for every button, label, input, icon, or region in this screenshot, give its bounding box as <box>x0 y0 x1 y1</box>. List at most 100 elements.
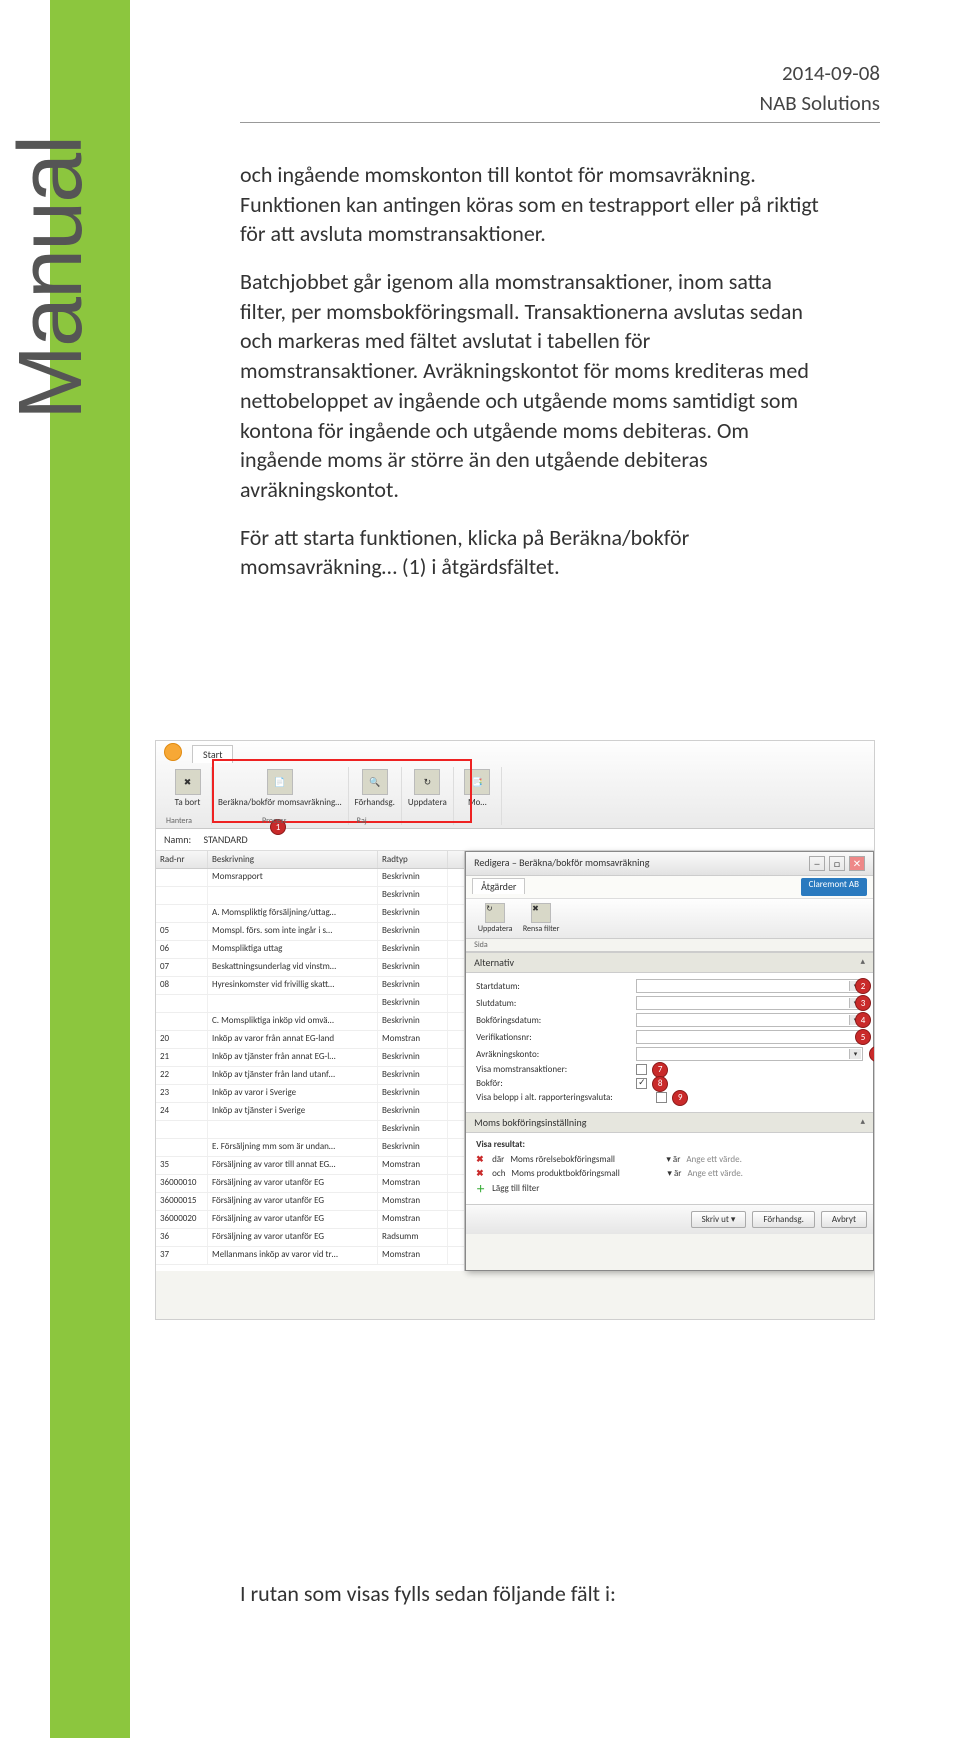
table-row[interactable]: A. Momspliktig försäljning/uttag…Beskriv… <box>156 905 464 923</box>
table-row[interactable]: 21Inköp av tjänster från annat EG-l…Besk… <box>156 1049 464 1067</box>
grid-body: MomsrapportBeskrivninBeskrivninA. Momspl… <box>156 869 464 1265</box>
input-avrakningskonto[interactable]: ▾ <box>636 1047 863 1061</box>
body-text: och ingående momskonton till kontot för … <box>240 160 820 600</box>
table-row[interactable]: 23Inköp av varor i SverigeBeskrivnin <box>156 1085 464 1103</box>
lbl-slutdatum: Slutdatum: <box>476 998 636 1009</box>
table-row[interactable]: 20Inköp av varor från annat EG-landMomst… <box>156 1031 464 1049</box>
ribbon-group-raj: Raj <box>357 816 367 826</box>
app-menu-icon[interactable] <box>164 743 182 761</box>
delete-icon: ✖ <box>175 769 201 795</box>
lbl-startdatum: Startdatum: <box>476 981 636 992</box>
callout-3: 3 <box>855 995 871 1011</box>
table-row[interactable]: 35Försäljning av varor till annat EG…Mom… <box>156 1157 464 1175</box>
input-slutdatum[interactable]: ▾ <box>636 996 863 1010</box>
name-label: Namn: <box>164 833 191 846</box>
table-row[interactable]: MomsrapportBeskrivnin <box>156 869 464 887</box>
lbl-bokfor: Bokför: <box>476 1078 636 1089</box>
remove-filter-icon[interactable]: ✖ <box>476 1154 486 1165</box>
table-row[interactable]: 05Momspl. förs. som inte ingår i s…Beskr… <box>156 923 464 941</box>
paragraph-1: och ingående momskonton till kontot för … <box>240 160 820 249</box>
visa-resultat-label: Visa resultat: <box>476 1139 863 1150</box>
remove-filter-icon[interactable]: ✖ <box>476 1168 486 1179</box>
table-row[interactable]: 36000010Försäljning av varor utanför EGM… <box>156 1175 464 1193</box>
check-visa-belopp[interactable] <box>656 1092 667 1103</box>
btn-avbryt[interactable]: Avbryt <box>821 1211 867 1228</box>
section-moms[interactable]: Moms bokföringsinställning <box>466 1112 873 1133</box>
table-row[interactable]: 22Inköp av tjänster från land utanf…Besk… <box>156 1067 464 1085</box>
table-row[interactable]: Beskrivnin <box>156 995 464 1013</box>
table-row[interactable]: Beskrivnin <box>156 1121 464 1139</box>
grid-header: Rad-nr Beskrivning Radtyp <box>156 851 464 869</box>
maximize-icon[interactable]: □ <box>829 856 845 871</box>
table-row[interactable]: 07Beskattningsunderlag vid vinstm…Beskri… <box>156 959 464 977</box>
check-visa-momstrans[interactable] <box>636 1064 647 1075</box>
col-typ[interactable]: Radtyp <box>378 851 448 868</box>
lbl-verifikationsnr: Verifikationsnr: <box>476 1032 636 1043</box>
paragraph-2: Batchjobbet går igenom alla momstransakt… <box>240 267 820 505</box>
ribbon-group-hantera: Hantera <box>166 816 192 826</box>
dialog-ribbon: ↻ Uppdatera ✖ Rensa filter <box>466 899 873 939</box>
table-row[interactable]: 24Inköp av tjänster i SverigeBeskrivnin <box>156 1103 464 1121</box>
btn-forhandsg[interactable]: Förhandsg. <box>752 1211 814 1228</box>
dialog-btn-rensa[interactable]: ✖ Rensa filter <box>520 903 562 934</box>
col-rad[interactable]: Rad-nr <box>156 851 208 868</box>
clear-filter-icon: ✖ <box>531 903 551 923</box>
callout-4: 4 <box>855 1012 871 1028</box>
refresh-icon: ↻ <box>485 903 505 923</box>
minimize-icon[interactable]: ─ <box>809 856 825 871</box>
dialog-btn-uppdatera[interactable]: ↻ Uppdatera <box>474 903 516 934</box>
add-filter-icon: ＋ <box>476 1182 486 1195</box>
dialog-group-sida: Sida <box>466 939 873 952</box>
highlight-1 <box>212 759 472 823</box>
name-row: Namn: STANDARD <box>156 829 874 851</box>
table-row[interactable]: 08Hyresinkomster vid frivillig skatt…Bes… <box>156 977 464 995</box>
input-verifikationsnr[interactable] <box>636 1030 863 1044</box>
header-company: NAB Solutions <box>760 90 880 116</box>
section-alternativ[interactable]: Alternativ <box>466 952 873 973</box>
table-row[interactable]: E. Försäljning mm som är undan…Beskrivni… <box>156 1139 464 1157</box>
table-row[interactable]: 37Mellanmans inköp av varor vid tr…Momst… <box>156 1247 464 1265</box>
section-moms-body: Visa resultat: ✖ där Moms rörelsebokföri… <box>466 1133 873 1204</box>
btn-skriv-ut[interactable]: Skriv ut ▾ <box>691 1211 747 1228</box>
bottom-text: I rutan som visas fylls sedan följande f… <box>240 1580 820 1607</box>
main-grid-area: Rad-nr Beskrivning Radtyp MomsrapportBes… <box>156 851 874 1271</box>
callout-9: 9 <box>672 1090 688 1106</box>
table-row[interactable]: 36Försäljning av varor utanför EGRadsumm <box>156 1229 464 1247</box>
lbl-bokforingsdatum: Bokföringsdatum: <box>476 1015 636 1026</box>
chevron-down-icon[interactable]: ▾ <box>849 1049 861 1059</box>
filter-1-name[interactable]: Moms rörelsebokföringsmall <box>510 1154 660 1165</box>
input-bokforingsdatum[interactable]: ▾ <box>636 1013 863 1027</box>
table-row[interactable]: 36000015Försäljning av varor utanför EGM… <box>156 1193 464 1211</box>
paragraph-3: För att starta funktionen, klicka på Ber… <box>240 523 820 582</box>
dialog-tab[interactable]: Åtgärder <box>472 878 525 894</box>
check-bokfor[interactable] <box>636 1078 647 1089</box>
header-rule <box>240 122 880 123</box>
add-filter-row[interactable]: ＋ Lägg till filter <box>476 1182 863 1195</box>
callout-8: 8 <box>652 1076 668 1092</box>
callout-2: 2 <box>855 978 871 994</box>
table-row[interactable]: 36000020Försäljning av varor utanför EGM… <box>156 1211 464 1229</box>
dialog-footer: Skriv ut ▾ Förhandsg. Avbryt <box>466 1204 873 1234</box>
lbl-avrakningskonto: Avräkningskonto: <box>476 1049 636 1060</box>
table-row[interactable]: 06Momspliktiga uttagBeskrivnin <box>156 941 464 959</box>
page-header: 2014-09-08 NAB Solutions <box>760 60 880 116</box>
ribbon: Start ✖ Ta bort 📄 Beräkna/bokför momsavr… <box>156 741 874 829</box>
filter-2-name[interactable]: Moms produktbokföringsmall <box>511 1168 661 1179</box>
close-icon[interactable]: ✕ <box>849 856 865 871</box>
dialog-title-bar: Redigera – Beräkna/bokför momsavräkning … <box>466 852 873 876</box>
dialog-title: Redigera – Beräkna/bokför momsavräkning <box>474 856 649 871</box>
table-row[interactable]: Beskrivnin <box>156 887 464 905</box>
callout-5: 5 <box>855 1029 871 1045</box>
filter-2-value[interactable]: Ange ett värde. <box>687 1168 743 1179</box>
embedded-screenshot: Start ✖ Ta bort 📄 Beräkna/bokför momsavr… <box>155 740 875 1320</box>
filter-1-value[interactable]: Ange ett värde. <box>686 1154 742 1165</box>
ribbon-group-process: Process <box>262 816 287 826</box>
filter-row-1: ✖ där Moms rörelsebokföringsmall ▾ är An… <box>476 1154 863 1165</box>
name-value: STANDARD <box>203 833 247 846</box>
header-date: 2014-09-08 <box>760 60 880 86</box>
input-startdatum[interactable]: ▾ <box>636 979 863 993</box>
table-row[interactable]: C. Momspliktiga inköp vid omvä…Beskrivni… <box>156 1013 464 1031</box>
filter-row-2: ✖ och Moms produktbokföringsmall ▾ är An… <box>476 1168 863 1179</box>
col-besk[interactable]: Beskrivning <box>208 851 378 868</box>
company-badge: Claremont AB <box>801 878 867 896</box>
